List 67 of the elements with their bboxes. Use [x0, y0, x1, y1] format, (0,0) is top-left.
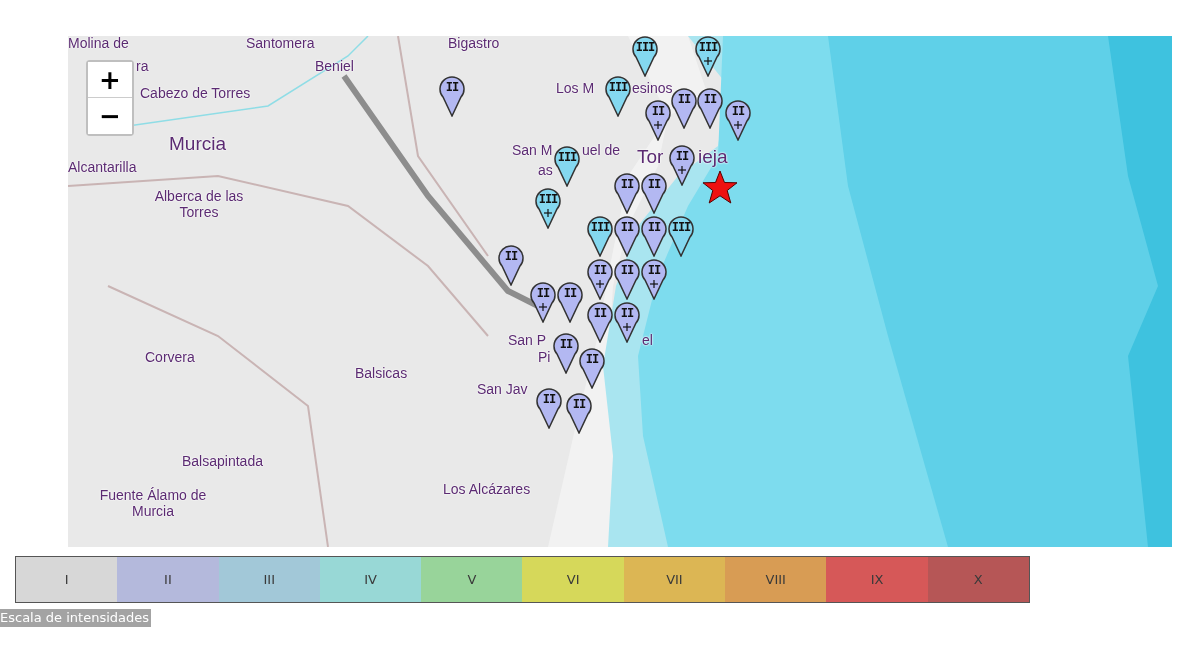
place-label: Pi [538, 349, 551, 366]
scale-segment: II [117, 557, 219, 602]
place-label: el [642, 332, 653, 349]
place-label: Cabezo de Torres [140, 85, 251, 102]
map-pin[interactable]: II [641, 258, 667, 300]
scale-segment: X [927, 557, 1029, 602]
map-pin[interactable]: II [439, 75, 465, 117]
map-pin[interactable]: II [557, 281, 583, 323]
map-pin[interactable]: II [725, 99, 751, 141]
map-pin[interactable]: III [605, 75, 631, 117]
place-label: ra [136, 58, 149, 75]
map-pin[interactable]: II [614, 172, 640, 214]
map-pin[interactable]: II [553, 332, 579, 374]
place-label: Tor [637, 146, 664, 168]
map-pin[interactable]: II [641, 215, 667, 257]
place-label: Alberca de las Torres [153, 188, 245, 221]
map-pin[interactable]: II [530, 281, 556, 323]
star-icon [702, 170, 738, 204]
map-pin[interactable]: II [614, 258, 640, 300]
map-pin[interactable]: III [695, 36, 721, 77]
map-pin[interactable]: II [697, 87, 723, 129]
map-pin[interactable]: II [498, 244, 524, 286]
map-pin[interactable]: II [536, 387, 562, 429]
scale-caption: Escala de intensidades [0, 609, 151, 627]
map-pin[interactable]: III [535, 187, 561, 229]
place-label: as [538, 162, 553, 179]
place-label: San Jav [477, 381, 528, 398]
place-label: San P [508, 332, 547, 349]
zoom-in-button[interactable]: + [88, 62, 132, 98]
scale-segment: VII [623, 557, 726, 602]
map-pin[interactable]: III [587, 215, 613, 257]
place-label: Bigastro [448, 36, 500, 52]
map-pin[interactable]: III [668, 215, 694, 257]
scale-segment: VI [522, 557, 624, 602]
scale-segment: IV [319, 557, 422, 602]
scale-segment: IX [826, 557, 928, 602]
place-label: Corvera [145, 349, 195, 366]
scale-segment: III [218, 557, 320, 602]
place-label: Santomera [246, 36, 315, 52]
place-label: esinos [632, 80, 673, 97]
place-label: Los M [556, 80, 595, 97]
map-pin[interactable]: II [614, 215, 640, 257]
scale-segment: I [16, 557, 118, 602]
map-pin[interactable]: II [614, 301, 640, 343]
scale-segment: V [421, 557, 523, 602]
place-label: Murcia [169, 133, 226, 155]
map-pin[interactable]: II [669, 144, 695, 186]
place-label: uel de [582, 142, 621, 159]
place-label: San M [512, 142, 553, 159]
map-pin[interactable]: II [566, 392, 592, 434]
place-label: Balsicas [355, 365, 408, 382]
place-label: Los Alcázares [443, 481, 531, 498]
map-pin[interactable]: II [579, 347, 605, 389]
scale-segment: VIII [725, 557, 827, 602]
place-label: Fuente Álamo de Murcia [98, 487, 208, 520]
map-pin[interactable]: III [554, 145, 580, 187]
place-label: Balsapintada [182, 453, 263, 470]
place-label: Alcantarilla [68, 159, 137, 176]
place-label: ieja [698, 146, 728, 168]
map-pin[interactable]: II [671, 87, 697, 129]
map-pin[interactable]: II [587, 301, 613, 343]
place-label: Molina de [68, 36, 129, 52]
map-pin[interactable]: II [587, 258, 613, 300]
map-pin[interactable]: III [632, 36, 658, 77]
map-pin[interactable]: II [641, 172, 667, 214]
map-pin[interactable]: II [645, 99, 671, 141]
place-label: Beniel [315, 58, 354, 75]
